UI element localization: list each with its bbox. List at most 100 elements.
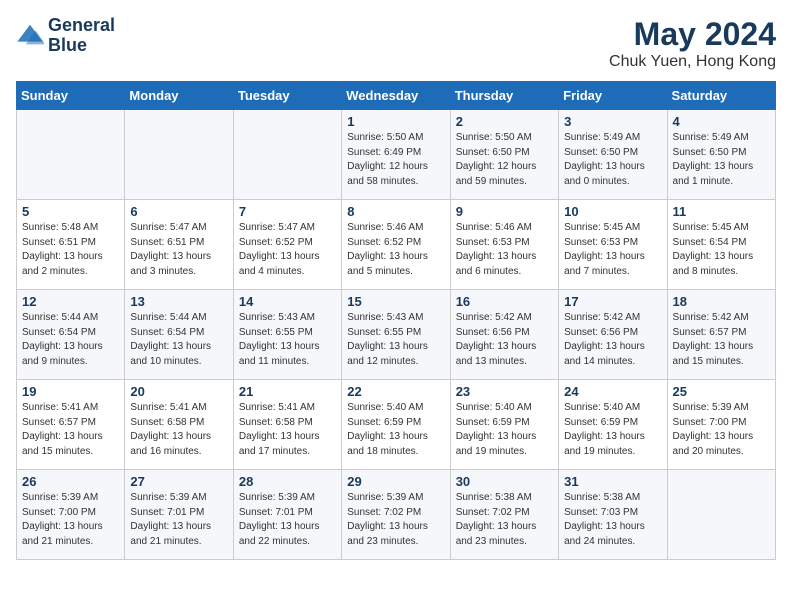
day-number: 12 [22,294,119,309]
calendar-cell [17,110,125,200]
calendar-body: 1Sunrise: 5:50 AM Sunset: 6:49 PM Daylig… [17,110,776,560]
calendar-cell: 12 Sunrise: 5:44 AM Sunset: 6:54 PM Dayli… [17,290,125,380]
day-info: Sunrise: 5:44 AM Sunset: 6:54 PM Dayligh… [22,311,119,369]
day-number: 11 [673,204,770,219]
calendar-cell [233,110,341,200]
day-info: Sunrise: 5:40 AM Sunset: 6:59 PM Dayligh… [564,401,661,459]
calendar-week-1: 1Sunrise: 5:50 AM Sunset: 6:49 PM Daylig… [17,110,776,200]
calendar-cell: 11 Sunrise: 5:45 AM Sunset: 6:54 PM Dayli… [667,200,775,290]
calendar-cell: 3Sunrise: 5:49 AM Sunset: 6:50 PM Daylig… [559,110,667,200]
day-number: 21 [239,384,336,399]
day-number: 10 [564,204,661,219]
calendar-cell: 10Sunrise: 5:45 AM Sunset: 6:53 PM Dayli… [559,200,667,290]
day-info: Sunrise: 5:44 AM Sunset: 6:54 PM Dayligh… [130,311,227,369]
day-info: Sunrise: 5:39 AM Sunset: 7:01 PM Dayligh… [130,491,227,549]
calendar-week-5: 26 Sunrise: 5:39 AM Sunset: 7:00 PM Dayli… [17,470,776,560]
day-number: 31 [564,474,661,489]
title-block: May 2024 Chuk Yuen, Hong Kong [609,16,776,71]
calendar-cell: 27 Sunrise: 5:39 AM Sunset: 7:01 PM Dayli… [125,470,233,560]
calendar-cell: 23 Sunrise: 5:40 AM Sunset: 6:59 PM Dayli… [450,380,558,470]
day-info: Sunrise: 5:45 AM Sunset: 6:54 PM Dayligh… [673,221,770,279]
day-number: 27 [130,474,227,489]
day-info: Sunrise: 5:38 AM Sunset: 7:02 PM Dayligh… [456,491,553,549]
day-info: Sunrise: 5:46 AM Sunset: 6:52 PM Dayligh… [347,221,444,279]
calendar-cell: 15 Sunrise: 5:43 AM Sunset: 6:55 PM Dayli… [342,290,450,380]
column-header-monday: Monday [125,82,233,110]
column-header-sunday: Sunday [17,82,125,110]
day-info: Sunrise: 5:39 AM Sunset: 7:00 PM Dayligh… [22,491,119,549]
day-number: 3 [564,114,661,129]
day-number: 7 [239,204,336,219]
month-year-title: May 2024 [609,16,776,53]
day-info: Sunrise: 5:39 AM Sunset: 7:00 PM Dayligh… [673,401,770,459]
calendar-cell [667,470,775,560]
day-info: Sunrise: 5:39 AM Sunset: 7:01 PM Dayligh… [239,491,336,549]
calendar-cell: 5 Sunrise: 5:48 AM Sunset: 6:51 PM Daylig… [17,200,125,290]
calendar-cell: 8 Sunrise: 5:46 AM Sunset: 6:52 PM Daylig… [342,200,450,290]
column-header-thursday: Thursday [450,82,558,110]
calendar-cell: 13 Sunrise: 5:44 AM Sunset: 6:54 PM Dayli… [125,290,233,380]
calendar-cell: 4Sunrise: 5:49 AM Sunset: 6:50 PM Daylig… [667,110,775,200]
day-number: 18 [673,294,770,309]
day-number: 9 [456,204,553,219]
day-info: Sunrise: 5:40 AM Sunset: 6:59 PM Dayligh… [347,401,444,459]
day-info: Sunrise: 5:38 AM Sunset: 7:03 PM Dayligh… [564,491,661,549]
day-number: 23 [456,384,553,399]
day-info: Sunrise: 5:42 AM Sunset: 6:56 PM Dayligh… [456,311,553,369]
day-number: 8 [347,204,444,219]
day-info: Sunrise: 5:40 AM Sunset: 6:59 PM Dayligh… [456,401,553,459]
day-number: 5 [22,204,119,219]
calendar-cell: 6Sunrise: 5:47 AM Sunset: 6:51 PM Daylig… [125,200,233,290]
day-info: Sunrise: 5:43 AM Sunset: 6:55 PM Dayligh… [239,311,336,369]
day-number: 28 [239,474,336,489]
day-number: 24 [564,384,661,399]
logo: General Blue [16,16,115,56]
calendar-cell: 1Sunrise: 5:50 AM Sunset: 6:49 PM Daylig… [342,110,450,200]
day-info: Sunrise: 5:50 AM Sunset: 6:50 PM Dayligh… [456,131,553,189]
day-number: 30 [456,474,553,489]
calendar-cell: 7Sunrise: 5:47 AM Sunset: 6:52 PM Daylig… [233,200,341,290]
calendar-week-3: 12 Sunrise: 5:44 AM Sunset: 6:54 PM Dayli… [17,290,776,380]
location-subtitle: Chuk Yuen, Hong Kong [609,53,776,71]
day-number: 16 [456,294,553,309]
logo-text: General Blue [48,16,115,56]
calendar-cell [125,110,233,200]
calendar-cell: 28 Sunrise: 5:39 AM Sunset: 7:01 PM Dayli… [233,470,341,560]
day-info: Sunrise: 5:46 AM Sunset: 6:53 PM Dayligh… [456,221,553,279]
day-number: 26 [22,474,119,489]
logo-icon [16,22,44,50]
day-number: 13 [130,294,227,309]
column-header-saturday: Saturday [667,82,775,110]
day-info: Sunrise: 5:42 AM Sunset: 6:57 PM Dayligh… [673,311,770,369]
calendar-cell: 16 Sunrise: 5:42 AM Sunset: 6:56 PM Dayli… [450,290,558,380]
calendar-cell: 19 Sunrise: 5:41 AM Sunset: 6:57 PM Dayli… [17,380,125,470]
column-header-tuesday: Tuesday [233,82,341,110]
calendar-cell: 21 Sunrise: 5:41 AM Sunset: 6:58 PM Dayli… [233,380,341,470]
day-info: Sunrise: 5:41 AM Sunset: 6:58 PM Dayligh… [239,401,336,459]
column-header-wednesday: Wednesday [342,82,450,110]
calendar-cell: 18 Sunrise: 5:42 AM Sunset: 6:57 PM Dayli… [667,290,775,380]
day-number: 15 [347,294,444,309]
day-number: 19 [22,384,119,399]
calendar-cell: 20 Sunrise: 5:41 AM Sunset: 6:58 PM Dayli… [125,380,233,470]
calendar-week-4: 19 Sunrise: 5:41 AM Sunset: 6:57 PM Dayli… [17,380,776,470]
day-info: Sunrise: 5:48 AM Sunset: 6:51 PM Dayligh… [22,221,119,279]
page-header: General Blue May 2024 Chuk Yuen, Hong Ko… [16,16,776,71]
calendar-cell: 14 Sunrise: 5:43 AM Sunset: 6:55 PM Dayli… [233,290,341,380]
day-info: Sunrise: 5:41 AM Sunset: 6:58 PM Dayligh… [130,401,227,459]
day-number: 2 [456,114,553,129]
day-number: 25 [673,384,770,399]
day-number: 20 [130,384,227,399]
column-header-friday: Friday [559,82,667,110]
day-number: 14 [239,294,336,309]
calendar-cell: 25 Sunrise: 5:39 AM Sunset: 7:00 PM Dayli… [667,380,775,470]
day-number: 6 [130,204,227,219]
calendar-cell: 9 Sunrise: 5:46 AM Sunset: 6:53 PM Daylig… [450,200,558,290]
calendar-cell: 2 Sunrise: 5:50 AM Sunset: 6:50 PM Daylig… [450,110,558,200]
calendar-table: SundayMondayTuesdayWednesdayThursdayFrid… [16,81,776,560]
day-info: Sunrise: 5:43 AM Sunset: 6:55 PM Dayligh… [347,311,444,369]
calendar-cell: 22Sunrise: 5:40 AM Sunset: 6:59 PM Dayli… [342,380,450,470]
day-info: Sunrise: 5:39 AM Sunset: 7:02 PM Dayligh… [347,491,444,549]
day-info: Sunrise: 5:41 AM Sunset: 6:57 PM Dayligh… [22,401,119,459]
calendar-header: SundayMondayTuesdayWednesdayThursdayFrid… [17,82,776,110]
